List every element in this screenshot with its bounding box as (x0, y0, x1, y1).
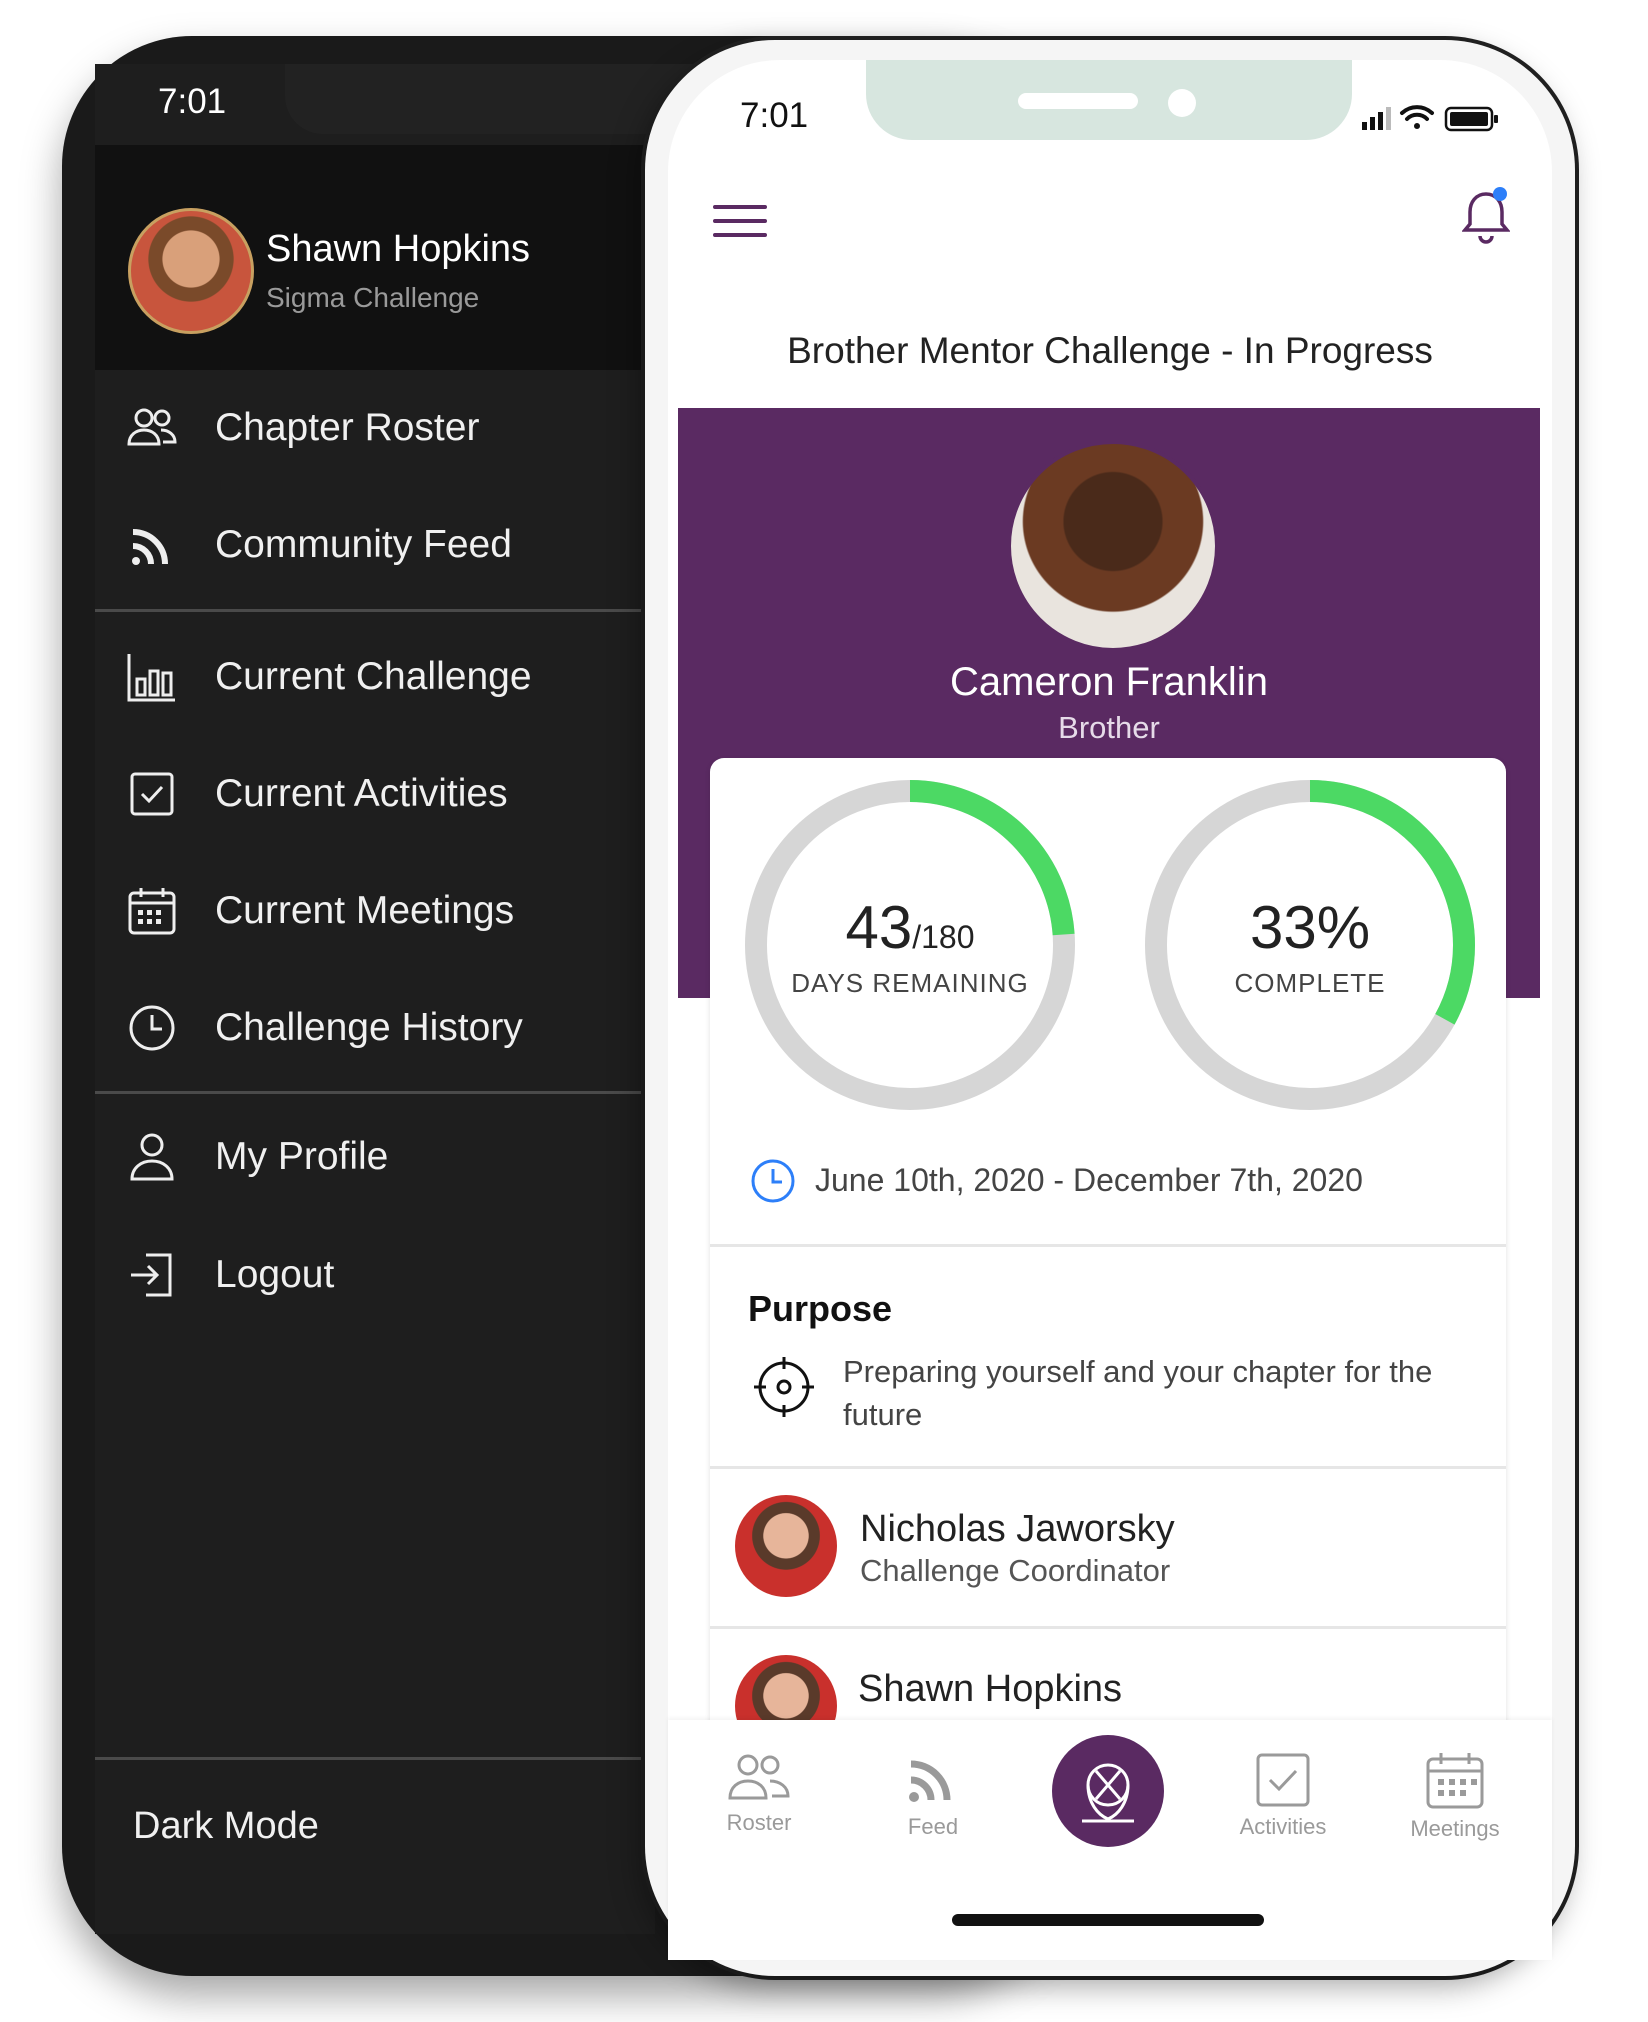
tab-label: Meetings (1410, 1816, 1500, 1841)
dark-phone-notch (285, 64, 705, 134)
wifi-icon (1400, 105, 1434, 129)
days-total: /180 (912, 919, 975, 955)
sidebar-item-challenge-history[interactable]: Challenge History (95, 978, 655, 1078)
sidebar-item-label: My Profile (215, 1135, 389, 1178)
calendar-icon (125, 884, 179, 938)
coordinator-name: Nicholas Jaworsky (860, 1508, 1175, 1550)
avatar[interactable] (1007, 440, 1219, 652)
bar-chart-icon (125, 650, 179, 704)
sidebar-item-label: Current Challenge (215, 655, 532, 698)
tab-feed[interactable]: Feed (868, 1752, 998, 1840)
tab-label: Feed (907, 1814, 959, 1839)
coordinator-role: Challenge Coordinator (860, 1553, 1171, 1588)
tab-label: Roster (726, 1810, 792, 1835)
completion-label: COMPLETE (1234, 968, 1386, 998)
tab-meetings[interactable]: Meetings (1390, 1750, 1520, 1842)
card-divider (710, 1244, 1506, 1247)
tab-roster[interactable]: Roster (694, 1752, 824, 1836)
users-icon (125, 401, 179, 455)
tab-crest[interactable] (1052, 1735, 1164, 1847)
tab-activities[interactable]: Activities (1218, 1752, 1348, 1840)
sidebar-user-subtitle: Sigma Challenge (266, 282, 480, 313)
rss-icon (125, 518, 179, 572)
sidebar-item-community-feed[interactable]: Community Feed (95, 495, 655, 595)
tab-label: Activities (1239, 1814, 1327, 1839)
target-icon (752, 1355, 816, 1419)
challenge-date-range: June 10th, 2020 - December 7th, 2020 (815, 1162, 1363, 1198)
dark-mode-label: Dark Mode (133, 1805, 319, 1847)
home-indicator (952, 1914, 1264, 1926)
crest-icon (1082, 1763, 1134, 1823)
status-time: 7:01 (158, 82, 227, 121)
checkbox-icon (1256, 1753, 1310, 1807)
completion-value: 33% (1249, 894, 1371, 961)
member-name: Shawn Hopkins (858, 1668, 1123, 1710)
sidebar-item-logout[interactable]: Logout (95, 1225, 655, 1325)
sidebar-item-label: Current Meetings (215, 889, 515, 932)
page-title: Brother Mentor Challenge - In Progress (787, 330, 1433, 371)
purpose-heading: Purpose (748, 1288, 893, 1329)
checkbox-icon (125, 767, 179, 821)
user-icon (125, 1130, 179, 1184)
sidebar-item-current-activities[interactable]: Current Activities (95, 744, 655, 844)
sidebar-item-label: Current Activities (215, 772, 508, 815)
logout-icon (125, 1248, 179, 1302)
status-time: 7:01 (740, 96, 809, 135)
profile-name: Cameron Franklin (950, 660, 1268, 704)
profile-role: Brother (1058, 710, 1160, 745)
sidebar-item-current-challenge[interactable]: Current Challenge (95, 627, 655, 727)
days-remaining-count: 43 (845, 894, 913, 961)
speaker-grille (1018, 93, 1138, 109)
avatar[interactable] (735, 1495, 837, 1597)
battery-icon (1444, 106, 1498, 132)
signal-icon (1362, 107, 1391, 130)
sidebar-item-label: Chapter Roster (215, 406, 480, 449)
bell-icon[interactable] (1461, 186, 1511, 244)
sidebar-divider (95, 609, 655, 612)
rss-icon (909, 1760, 951, 1802)
sidebar-item-my-profile[interactable]: My Profile (95, 1107, 655, 1207)
card-divider (710, 1626, 1506, 1629)
sidebar-item-label: Logout (215, 1253, 335, 1296)
avatar[interactable] (128, 208, 254, 334)
days-remaining-label: DAYS REMAINING (791, 968, 1029, 998)
status-icons (1360, 100, 1510, 134)
sidebar-user-name: Shawn Hopkins (266, 228, 531, 270)
sidebar-item-label: Challenge History (215, 1006, 523, 1049)
purpose-text: Preparing yourself and your chapter for … (843, 1354, 1433, 1432)
calendar-icon (1426, 1753, 1484, 1809)
sidebar-item-current-meetings[interactable]: Current Meetings (95, 861, 655, 961)
sidebar-item-chapter-roster[interactable]: Chapter Roster (95, 378, 655, 478)
clock-icon (750, 1158, 796, 1204)
sidebar-item-label: Community Feed (215, 523, 512, 566)
card-divider (710, 1466, 1506, 1469)
hamburger-menu-icon[interactable] (712, 203, 768, 239)
days-remaining-value: 43/180 (740, 893, 1080, 962)
clock-icon (125, 1001, 179, 1055)
sidebar-divider (95, 1091, 655, 1094)
users-icon (728, 1754, 790, 1800)
camera-dot (1168, 89, 1196, 117)
sidebar-divider (95, 1757, 655, 1760)
